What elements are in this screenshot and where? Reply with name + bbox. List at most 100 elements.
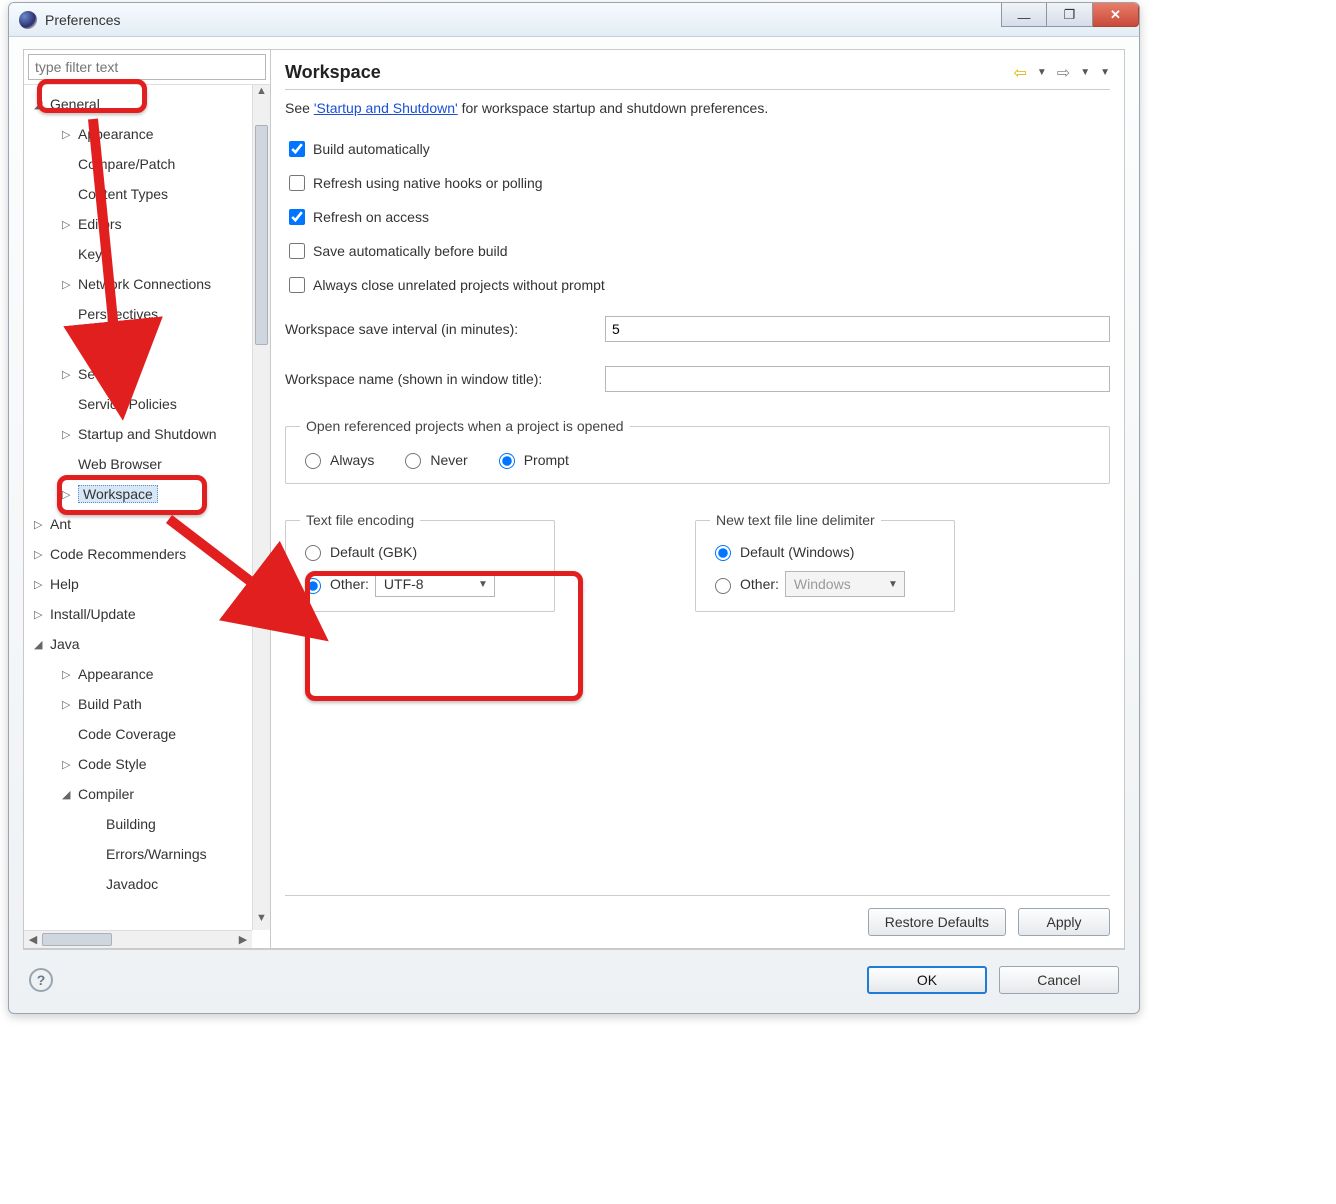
tree-item-appearance[interactable]: ▷Appearance <box>24 659 252 689</box>
minimize-button[interactable] <box>1001 3 1047 27</box>
delimiter-group: New text file line delimiter Default (Wi… <box>695 512 955 612</box>
tree-item-ant[interactable]: ▷Ant <box>24 509 252 539</box>
maximize-button[interactable] <box>1047 3 1093 27</box>
tree-item-code-coverage[interactable]: Code Coverage <box>24 719 252 749</box>
triangle-right-icon[interactable]: ▷ <box>62 428 74 441</box>
triangle-down-icon[interactable]: ◢ <box>34 98 46 111</box>
triangle-right-icon[interactable]: ▷ <box>34 518 46 531</box>
ref-always-radio[interactable] <box>305 453 321 469</box>
refresh-access-checkbox[interactable] <box>289 209 305 225</box>
tree-item-building[interactable]: Building <box>24 809 252 839</box>
build-auto-label[interactable]: Build automatically <box>313 141 430 157</box>
encoding-default-label[interactable]: Default (GBK) <box>330 544 417 560</box>
ok-button[interactable]: OK <box>867 966 987 994</box>
tree-item-perspectives[interactable]: Perspectives <box>24 299 252 329</box>
tree-item-help[interactable]: ▷Help <box>24 569 252 599</box>
triangle-right-icon[interactable]: ▷ <box>62 368 74 381</box>
tree-item-service-policies[interactable]: Service Policies <box>24 389 252 419</box>
encoding-combo[interactable]: UTF-8 ▼ <box>375 571 495 597</box>
ref-prompt-radio[interactable] <box>499 453 515 469</box>
encoding-default-radio[interactable] <box>305 545 321 561</box>
refresh-access-label[interactable]: Refresh on access <box>313 209 429 225</box>
tree-item-search[interactable]: Search <box>24 329 252 359</box>
triangle-right-icon[interactable]: ▷ <box>34 578 46 591</box>
apply-button[interactable]: Apply <box>1018 908 1110 936</box>
tree-item-editors[interactable]: ▷Editors <box>24 209 252 239</box>
encoding-other-label[interactable]: Other: <box>330 576 369 592</box>
tree-item-content-types[interactable]: Content Types <box>24 179 252 209</box>
save-before-build-checkbox[interactable] <box>289 243 305 259</box>
save-interval-input[interactable] <box>605 316 1110 342</box>
refresh-hooks-row: Refresh using native hooks or polling <box>285 172 1110 194</box>
panel-header: Workspace ⇦ ▼ ⇨ ▼ ▼ <box>285 62 1110 90</box>
encoding-other-radio[interactable] <box>305 578 321 594</box>
triangle-right-icon[interactable]: ▷ <box>62 218 74 231</box>
triangle-down-icon[interactable]: ◢ <box>62 788 74 801</box>
close-unrelated-label[interactable]: Always close unrelated projects without … <box>313 277 605 293</box>
tree-item-label: Security <box>78 366 129 382</box>
window-controls <box>1001 3 1139 27</box>
chevron-down-icon: ▼ <box>478 579 488 590</box>
refresh-hooks-label[interactable]: Refresh using native hooks or polling <box>313 175 543 191</box>
ref-always-label[interactable]: Always <box>330 452 374 468</box>
triangle-right-icon[interactable]: ▷ <box>62 488 74 501</box>
ref-prompt-label[interactable]: Prompt <box>524 452 569 468</box>
tree-item-keys[interactable]: Keys <box>24 239 252 269</box>
cancel-button[interactable]: Cancel <box>999 966 1119 994</box>
tree-item-install-update[interactable]: ▷ Install/Update <box>24 599 252 629</box>
delimiter-default-label[interactable]: Default (Windows) <box>740 544 854 560</box>
scroll-thumb-h[interactable] <box>42 933 112 946</box>
delimiter-other-label[interactable]: Other: <box>740 576 779 592</box>
tree-item-java[interactable]: ◢Java <box>24 629 252 659</box>
tree-item-label: Workspace <box>78 485 158 503</box>
delimiter-combo[interactable]: Windows ▼ <box>785 571 905 597</box>
help-icon[interactable]: ? <box>29 968 53 992</box>
scroll-thumb[interactable] <box>255 125 268 345</box>
workspace-name-input[interactable] <box>605 366 1110 392</box>
tree-item-compare-patch[interactable]: Compare/Patch <box>24 149 252 179</box>
triangle-right-icon[interactable]: ▷ <box>62 278 74 291</box>
ref-never-label[interactable]: Never <box>430 452 467 468</box>
forward-menu-icon[interactable]: ▼ <box>1080 67 1090 78</box>
tree-item-workspace[interactable]: ▷ Workspace <box>24 479 252 509</box>
tree-item-label: Code Recommenders <box>50 546 186 562</box>
tree-item-errors-warnings[interactable]: Errors/Warnings <box>24 839 252 869</box>
triangle-right-icon[interactable]: ▷ <box>62 758 74 771</box>
tree-item-javadoc[interactable]: Javadoc <box>24 869 252 899</box>
restore-defaults-button[interactable]: Restore Defaults <box>868 908 1006 936</box>
back-menu-icon[interactable]: ▼ <box>1037 67 1047 78</box>
delimiter-other-radio[interactable] <box>715 578 731 594</box>
tree-item-build-path[interactable]: ▷Build Path <box>24 689 252 719</box>
menu-icon[interactable]: ▼ <box>1100 67 1110 78</box>
back-arrow-icon[interactable]: ⇦ <box>1013 63 1026 83</box>
triangle-right-icon[interactable]: ▷ <box>62 128 74 141</box>
tree-item-startup-and-shutdown[interactable]: ▷Startup and Shutdown <box>24 419 252 449</box>
tree-item-code-style[interactable]: ▷Code Style <box>24 749 252 779</box>
filter-input[interactable] <box>28 54 266 80</box>
preferences-tree[interactable]: ◢General▷AppearanceCompare/PatchContent … <box>24 85 252 930</box>
close-button[interactable] <box>1093 3 1139 27</box>
triangle-right-icon[interactable]: ▷ <box>62 668 74 681</box>
build-auto-checkbox[interactable] <box>289 141 305 157</box>
delimiter-default-radio[interactable] <box>715 545 731 561</box>
vertical-scrollbar[interactable]: ▲ ▼ <box>252 85 270 930</box>
triangle-down-icon[interactable]: ◢ <box>34 638 46 651</box>
save-before-build-label[interactable]: Save automatically before build <box>313 243 508 259</box>
triangle-right-icon[interactable]: ▷ <box>34 548 46 561</box>
tree-item-label: Install/Update <box>50 606 136 622</box>
tree-item-network-connections[interactable]: ▷Network Connections <box>24 269 252 299</box>
horizontal-scrollbar[interactable]: ◀ ▶ <box>24 930 252 948</box>
triangle-right-icon[interactable]: ▷ <box>62 698 74 711</box>
close-unrelated-checkbox[interactable] <box>289 277 305 293</box>
tree-item-compiler[interactable]: ◢Compiler <box>24 779 252 809</box>
tree-item-general[interactable]: ◢General <box>24 89 252 119</box>
ref-never-radio[interactable] <box>405 453 421 469</box>
forward-arrow-icon[interactable]: ⇨ <box>1057 63 1070 83</box>
tree-item-web-browser[interactable]: Web Browser <box>24 449 252 479</box>
startup-shutdown-link[interactable]: 'Startup and Shutdown' <box>314 100 458 116</box>
tree-item-appearance[interactable]: ▷Appearance <box>24 119 252 149</box>
tree-item-code-recommenders[interactable]: ▷ Code Recommenders <box>24 539 252 569</box>
refresh-hooks-checkbox[interactable] <box>289 175 305 191</box>
tree-item-security[interactable]: ▷ Security <box>24 359 252 389</box>
triangle-right-icon[interactable]: ▷ <box>34 608 46 621</box>
